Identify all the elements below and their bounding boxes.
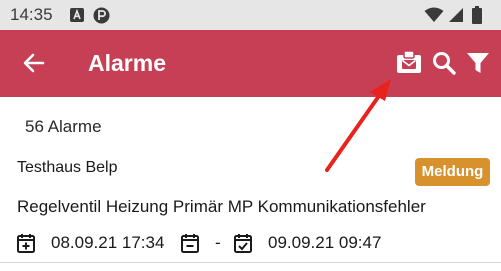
alarm-count: 56 Alarme <box>25 117 102 136</box>
signal-icon <box>448 7 464 28</box>
battery-icon <box>472 6 482 29</box>
end-date: 09.09.21 09:47 <box>268 233 382 252</box>
calendar-minus-icon <box>181 233 199 258</box>
list-divider <box>0 262 501 263</box>
filter-icon[interactable] <box>465 50 493 78</box>
p-circle-icon <box>93 7 110 29</box>
app-bar: Alarme <box>0 30 501 97</box>
back-arrow-icon[interactable] <box>21 50 49 78</box>
search-icon[interactable] <box>431 50 459 78</box>
a-box-icon <box>69 7 85 28</box>
calendar-plus-icon <box>17 233 35 258</box>
clipboard-envelope-icon[interactable] <box>395 49 423 77</box>
wifi-icon <box>424 7 444 28</box>
calendar-check-icon <box>234 233 252 258</box>
status-badge: Meldung <box>415 158 490 186</box>
start-date: 08.09.21 17:34 <box>51 233 165 252</box>
site-name: Testhaus Belp <box>17 159 118 176</box>
status-time: 14:35 <box>10 5 53 24</box>
alarm-message: Regelventil Heizung Primär MP Kommunikat… <box>17 197 426 216</box>
date-range: 08.09.21 17:34 - 09.09.21 09:47 <box>0 230 501 258</box>
status-bar: 14:35 <box>0 0 501 30</box>
date-separator: - <box>215 233 221 252</box>
page-title: Alarme <box>88 50 166 76</box>
